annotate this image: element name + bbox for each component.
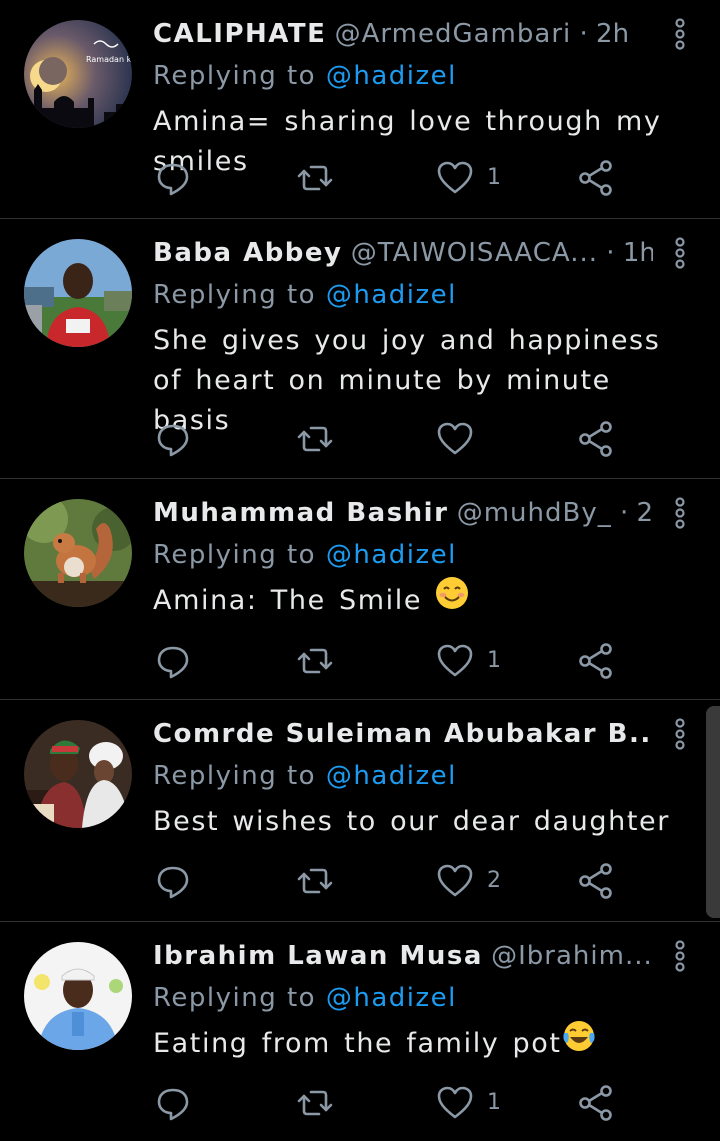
two-men-avatar-icon — [24, 720, 132, 828]
replying-to: Replying to @hadizel — [153, 277, 457, 313]
retweet-icon[interactable] — [295, 419, 335, 459]
replying-to: Replying to @hadizel — [153, 537, 457, 573]
share-icon[interactable] — [576, 1083, 616, 1123]
user-handle[interactable]: @TAIWOISAACA... — [351, 238, 598, 268]
ramadan-avatar-icon: Ramadan k — [24, 20, 132, 128]
tweet-text: Best wishes to our dear daughter — [153, 806, 670, 837]
avatar[interactable]: Ramadan k — [24, 20, 132, 128]
like-count: 1 — [487, 648, 501, 673]
mention-link[interactable]: @hadizel — [326, 983, 457, 1013]
action-bar: 1 — [0, 158, 720, 198]
tweet-header: CALIPHATE @ArmedGambari · 2h — [153, 16, 653, 52]
avatar[interactable] — [24, 942, 132, 1050]
like-count: 1 — [487, 165, 501, 190]
tweet-header: Comrde Suleiman Abubakar B... · 2h — [153, 716, 653, 752]
replying-to: Replying to @hadizel — [153, 980, 457, 1016]
like-count: 1 — [487, 1090, 501, 1115]
mention-link[interactable]: @hadizel — [326, 761, 457, 791]
retweet-icon[interactable] — [295, 158, 335, 198]
separator-dot: · — [619, 498, 629, 528]
share-icon[interactable] — [576, 158, 616, 198]
reply-tweet[interactable]: Ibrahim Lawan Musa @Ibrahim... · 2h Repl… — [0, 922, 720, 1141]
separator-dot: · — [606, 238, 615, 268]
scrollbar[interactable] — [706, 706, 720, 918]
heart-icon[interactable] — [435, 641, 475, 681]
squirrel-avatar-icon — [24, 499, 132, 607]
man-cap-avatar-icon — [24, 942, 132, 1050]
replying-label: Replying to — [153, 61, 317, 91]
heart-icon[interactable] — [435, 419, 475, 459]
tweet-header: Muhammad Bashir @muhdBy_ · 2h — [153, 495, 653, 531]
avatar[interactable] — [24, 239, 132, 347]
heart-icon[interactable] — [435, 1083, 475, 1123]
tweet-text: Amina: The Smile — [153, 585, 423, 616]
avatar[interactable] — [24, 720, 132, 828]
more-vertical-icon[interactable] — [668, 938, 692, 974]
mention-link[interactable]: @hadizel — [326, 61, 457, 91]
more-vertical-icon[interactable] — [668, 16, 692, 52]
tweet-text: Eating from the family pot — [153, 1028, 562, 1059]
action-bar — [0, 419, 720, 459]
display-name[interactable]: Baba Abbey — [153, 238, 343, 268]
replying-label: Replying to — [153, 540, 317, 570]
tweet-header: Baba Abbey @TAIWOISAACA... · 1h — [153, 235, 653, 271]
user-handle[interactable]: @Ibrahim... — [491, 941, 653, 971]
reply-tweet[interactable]: Baba Abbey @TAIWOISAACA... · 1h Replying… — [0, 219, 720, 479]
tweet-text-container: Eating from the family pot — [153, 1020, 693, 1065]
tears-of-joy-emoji-icon — [562, 1019, 596, 1065]
replying-to: Replying to @hadizel — [153, 58, 457, 94]
reply-icon[interactable] — [153, 861, 193, 901]
replies-feed: Ramadan k CALIPHATE @ArmedGambari · 2h R… — [0, 0, 720, 1141]
timestamp: 2h — [596, 19, 630, 49]
retweet-icon[interactable] — [295, 861, 335, 901]
smiling-face-emoji-icon — [435, 576, 469, 622]
reply-icon[interactable] — [153, 158, 193, 198]
display-name[interactable]: CALIPHATE — [153, 19, 326, 49]
timestamp: 1h — [622, 238, 653, 268]
share-icon[interactable] — [576, 861, 616, 901]
replying-label: Replying to — [153, 983, 317, 1013]
more-vertical-icon[interactable] — [668, 716, 692, 752]
heart-icon[interactable] — [435, 861, 475, 901]
more-vertical-icon[interactable] — [668, 235, 692, 271]
heart-icon[interactable] — [435, 158, 475, 198]
replying-label: Replying to — [153, 761, 317, 791]
person-avatar-icon — [24, 239, 132, 347]
tweet-header: Ibrahim Lawan Musa @Ibrahim... · 2h — [153, 938, 653, 974]
separator-dot: · — [579, 19, 588, 49]
mention-link[interactable]: @hadizel — [326, 280, 457, 310]
avatar-caption: Ramadan k — [86, 55, 132, 64]
display-name[interactable]: Ibrahim Lawan Musa — [153, 941, 483, 971]
tweet-text-container: Amina: The Smile — [153, 576, 693, 622]
retweet-icon[interactable] — [295, 1083, 335, 1123]
retweet-icon[interactable] — [295, 641, 335, 681]
reply-icon[interactable] — [153, 641, 193, 681]
reply-icon[interactable] — [153, 1083, 193, 1123]
action-bar: 1 — [0, 641, 720, 681]
reply-tweet[interactable]: Comrde Suleiman Abubakar B... · 2h Reply… — [0, 700, 720, 922]
timestamp: 2h — [636, 498, 654, 528]
display-name[interactable]: Comrde Suleiman Abubakar B... — [153, 719, 653, 749]
action-bar: 2 — [0, 861, 720, 901]
more-vertical-icon[interactable] — [668, 495, 692, 531]
reply-tweet[interactable]: Ramadan k CALIPHATE @ArmedGambari · 2h R… — [0, 0, 720, 219]
reply-icon[interactable] — [153, 419, 193, 459]
replying-to: Replying to @hadizel — [153, 758, 457, 794]
share-icon[interactable] — [576, 641, 616, 681]
like-count: 2 — [487, 868, 501, 893]
action-bar: 1 — [0, 1083, 720, 1123]
mention-link[interactable]: @hadizel — [326, 540, 457, 570]
replying-label: Replying to — [153, 280, 317, 310]
display-name[interactable]: Muhammad Bashir — [153, 498, 448, 528]
reply-tweet[interactable]: Muhammad Bashir @muhdBy_ · 2h Replying t… — [0, 479, 720, 700]
user-handle[interactable]: @muhdBy_ — [457, 498, 612, 528]
share-icon[interactable] — [576, 419, 616, 459]
avatar[interactable] — [24, 499, 132, 607]
user-handle[interactable]: @ArmedGambari — [335, 19, 572, 49]
